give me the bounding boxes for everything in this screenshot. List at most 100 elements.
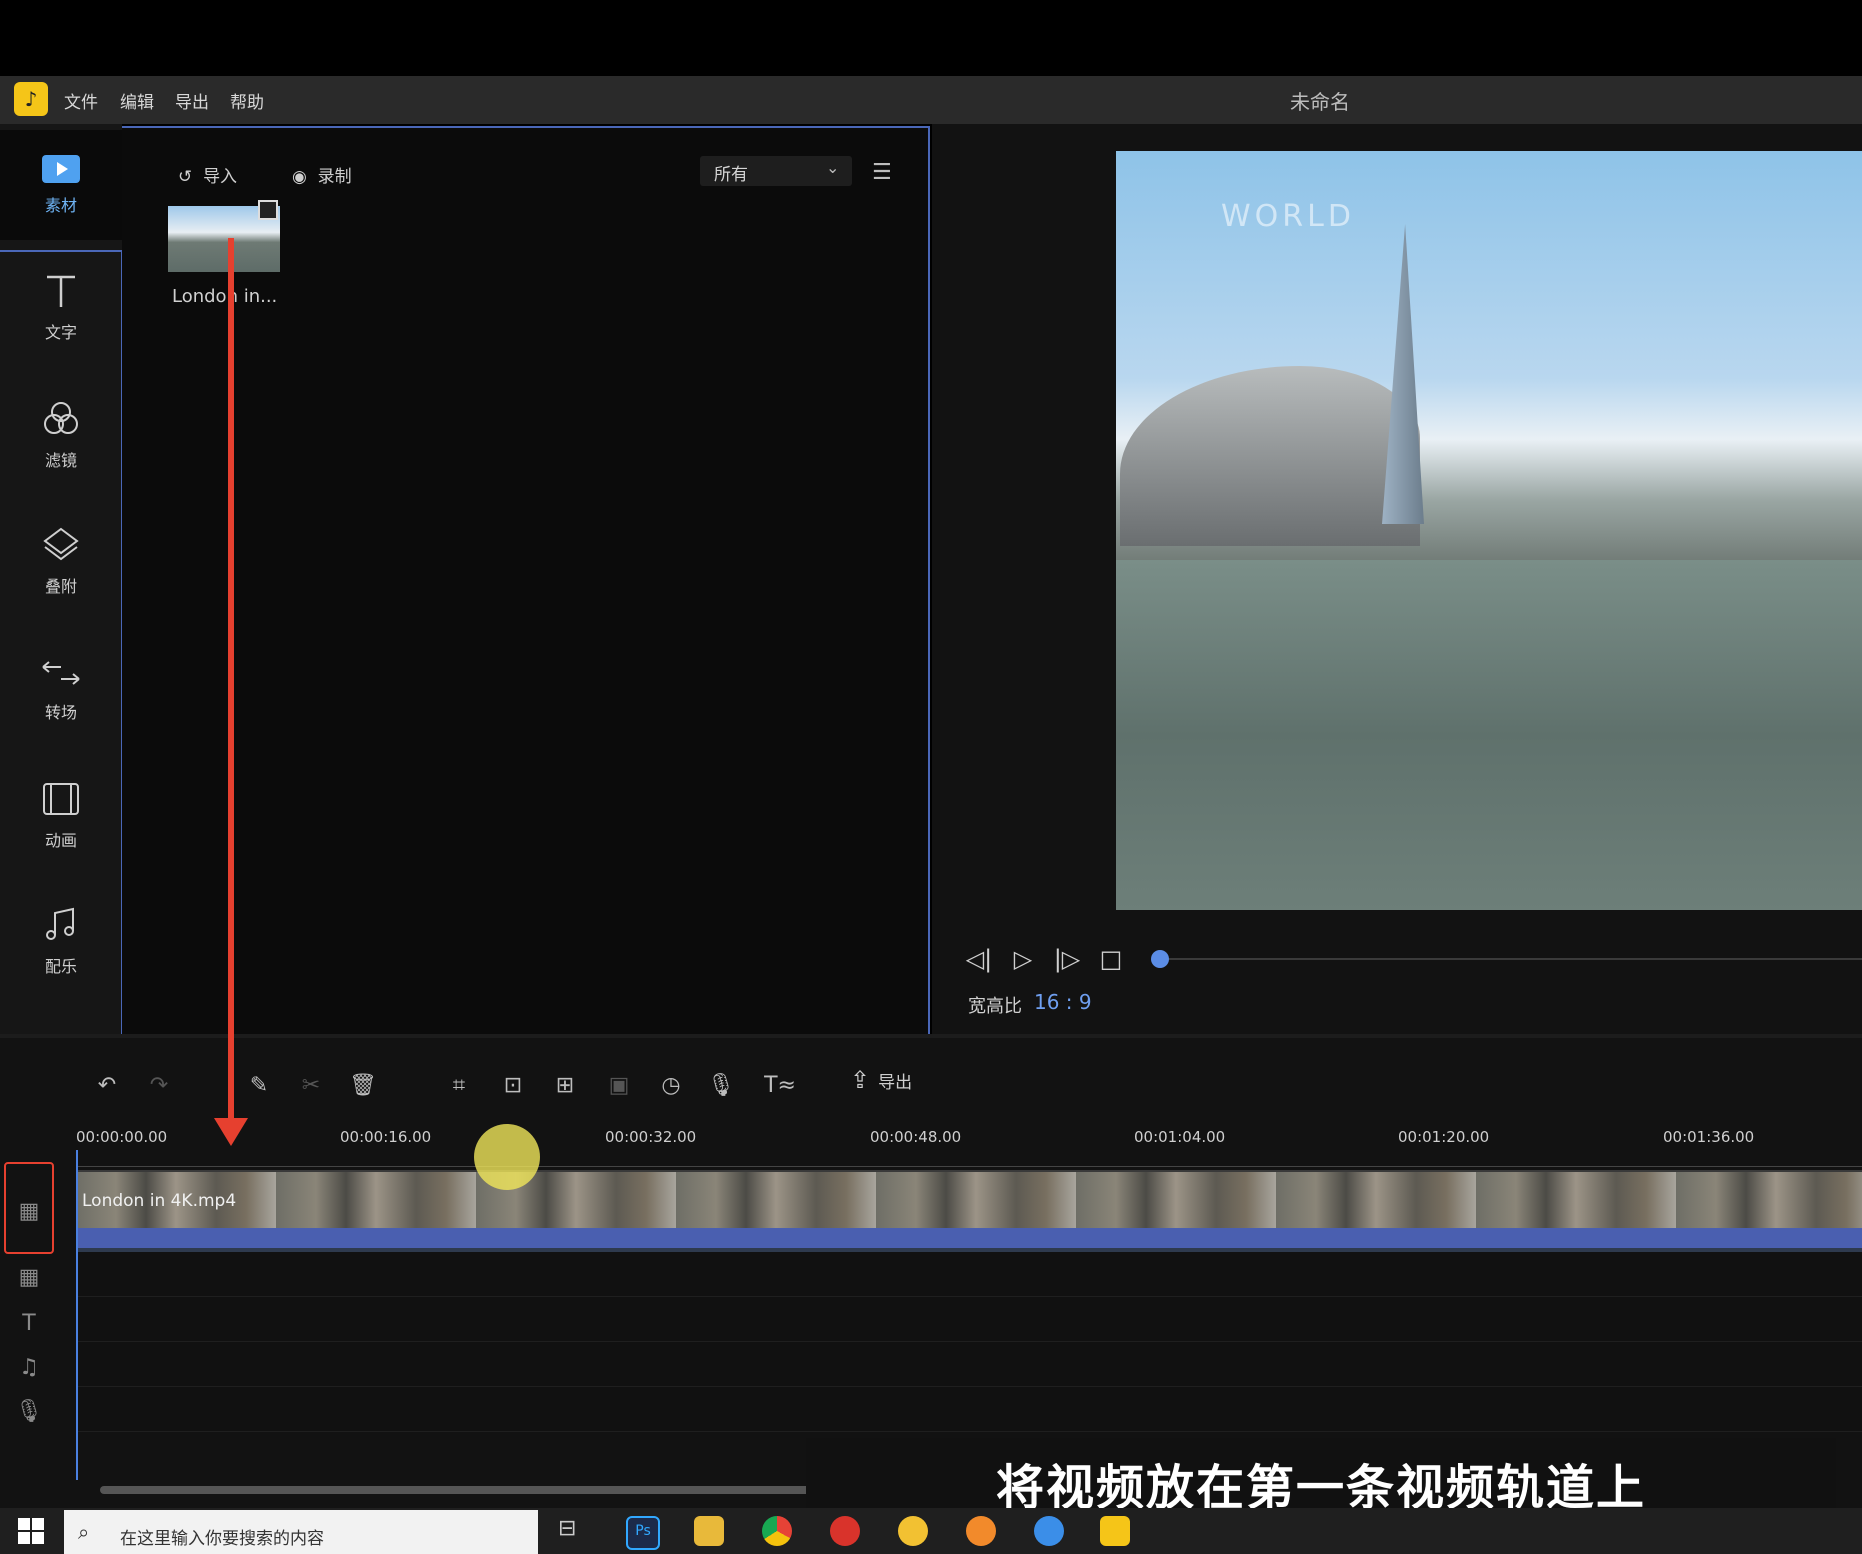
edit-icon[interactable]: ✎ <box>244 1070 274 1100</box>
menu-bar <box>0 76 1862 124</box>
video-track-highlight <box>4 1162 54 1254</box>
windows-start-icon[interactable] <box>18 1518 44 1544</box>
mic-icon[interactable]: 🎙 <box>706 1070 736 1100</box>
record-label: 录制 <box>317 167 352 187</box>
video-badge-icon <box>258 200 278 220</box>
ruler-tick-label: 00:01:20.00 <box>1398 1128 1490 1146</box>
music-track-icon: ♫ <box>19 1354 39 1380</box>
split-icon[interactable]: ⊞ <box>550 1070 580 1100</box>
delete-icon[interactable]: 🗑 <box>348 1070 378 1100</box>
chrome-icon[interactable] <box>762 1516 792 1546</box>
ruler-tick-label: 00:00:00.00 <box>76 1128 168 1146</box>
chevron-down-icon: ⌄ <box>826 158 840 177</box>
screen-top-bar <box>0 0 1862 76</box>
search-icon: ⌕ <box>78 1520 90 1544</box>
taskbar-search-placeholder: 在这里输入你要搜索的内容 <box>120 1529 324 1549</box>
filter-select-value: 所有 <box>714 165 748 185</box>
playhead[interactable] <box>76 1150 78 1480</box>
app-logo-icon: ♪ <box>14 82 48 116</box>
menu-file[interactable]: 文件 <box>64 88 98 113</box>
tutorial-arrow <box>228 238 234 1132</box>
timeline-divider <box>0 1034 1862 1038</box>
rail-item-transition[interactable]: 转场 <box>0 634 122 744</box>
app-taskbar-icon[interactable] <box>898 1516 928 1546</box>
aspect-ratio-value[interactable]: 16 : 9 <box>1034 990 1092 1014</box>
timeline-export-label: 导出 <box>878 1072 913 1093</box>
ruler-tick-label: 00:00:32.00 <box>605 1128 697 1146</box>
menu-help[interactable]: 帮助 <box>230 88 264 113</box>
music-icon <box>46 907 74 940</box>
menu-edit[interactable]: 编辑 <box>120 88 154 113</box>
timeline-scrollbar[interactable] <box>100 1486 900 1494</box>
menu-export[interactable]: 导出 <box>175 88 209 113</box>
rail-label-text: 文字 <box>44 323 77 342</box>
rail-item-text[interactable]: 文字 <box>0 252 122 362</box>
record-icon: ◉ <box>292 167 307 187</box>
track-row-voice[interactable] <box>76 1387 1862 1432</box>
rail-item-filter[interactable]: 滤镜 <box>0 380 122 490</box>
photoshop-icon[interactable]: Ps <box>626 1516 660 1550</box>
window-title: 未命名 <box>1290 90 1350 114</box>
ruler-tick-label: 00:00:48.00 <box>870 1128 962 1146</box>
file-explorer-icon[interactable] <box>694 1516 724 1546</box>
video-clip-thumbnails <box>76 1172 1862 1228</box>
undo-icon[interactable]: ↶ <box>92 1070 122 1100</box>
rail-divider <box>0 250 122 252</box>
import-icon: ↺ <box>178 167 193 187</box>
ruler-tick-label: 00:01:36.00 <box>1663 1128 1755 1146</box>
animation-icon <box>43 783 79 815</box>
playback-progress-track[interactable] <box>1160 958 1862 960</box>
playback-progress-knob[interactable] <box>1151 950 1169 968</box>
speed-icon[interactable]: ◷ <box>656 1070 686 1100</box>
media-icon <box>42 155 80 183</box>
redo-icon[interactable]: ↷ <box>144 1070 174 1100</box>
text-track-icon: T <box>22 1310 36 1336</box>
rail-label-media: 素材 <box>44 196 77 215</box>
list-view-icon[interactable]: ☰ <box>872 160 892 185</box>
text-to-speech-icon[interactable]: T≈ <box>760 1070 800 1100</box>
rail-item-overlay[interactable]: 叠附 <box>0 506 122 616</box>
filter-icon <box>44 402 78 434</box>
rail-label-overlay: 叠附 <box>44 577 77 596</box>
next-frame-icon[interactable]: |▷ <box>1052 944 1082 974</box>
aspect-ratio-label: 宽高比 <box>968 996 1022 1017</box>
video-editor-taskbar-icon[interactable] <box>1100 1516 1130 1546</box>
freeze-icon[interactable]: ▣ <box>604 1070 634 1100</box>
firefox-icon[interactable] <box>966 1516 996 1546</box>
ruler-tick-label: 00:01:04.00 <box>1134 1128 1226 1146</box>
video-track-2-icon: ▦ <box>18 1264 40 1290</box>
rail-item-music[interactable]: 配乐 <box>0 886 122 996</box>
bird-app-icon[interactable] <box>1034 1516 1064 1546</box>
rail-label-music: 配乐 <box>44 957 77 976</box>
stop-icon[interactable]: □ <box>1096 944 1126 974</box>
import-label: 导入 <box>203 167 238 187</box>
video-clip-bar <box>76 1228 1862 1248</box>
video-clip-name: London in 4K.mp4 <box>82 1191 237 1211</box>
play-icon[interactable]: ▷ <box>1008 944 1038 974</box>
text-icon <box>47 275 75 307</box>
voice-track-icon: 🎙 <box>15 1398 43 1424</box>
import-button[interactable]: ↺ 导入 <box>178 162 237 187</box>
cut-icon[interactable]: ✂ <box>296 1070 326 1100</box>
cursor-highlight <box>474 1124 540 1190</box>
export-icon: ⇪ <box>850 1066 871 1094</box>
timeline-export-button[interactable]: ⇪ 导出 <box>850 1066 912 1094</box>
transition-icon <box>42 661 80 685</box>
preview-watermark: WORLD <box>1221 199 1355 234</box>
record-button[interactable]: ◉ 录制 <box>292 162 352 187</box>
zoom-fit-icon[interactable]: ⊡ <box>498 1070 528 1100</box>
track-row-music[interactable] <box>76 1342 1862 1387</box>
rail-item-media[interactable]: 素材 <box>0 130 122 240</box>
netease-music-icon[interactable] <box>830 1516 860 1546</box>
rail-item-animation[interactable]: 动画 <box>0 760 122 870</box>
track-row-text[interactable] <box>76 1297 1862 1342</box>
media-item-name: London in... <box>172 286 278 307</box>
prev-frame-icon[interactable]: ◁| <box>964 944 994 974</box>
rail-label-filter: 滤镜 <box>44 451 77 470</box>
overlay-icon <box>43 527 79 561</box>
track-row-video-2[interactable] <box>76 1252 1862 1297</box>
crop-icon[interactable]: ⌗ <box>444 1070 474 1100</box>
task-view-icon[interactable]: ⊟ <box>558 1516 588 1546</box>
rail-label-animation: 动画 <box>44 831 77 850</box>
tutorial-arrow-head <box>214 1118 248 1146</box>
